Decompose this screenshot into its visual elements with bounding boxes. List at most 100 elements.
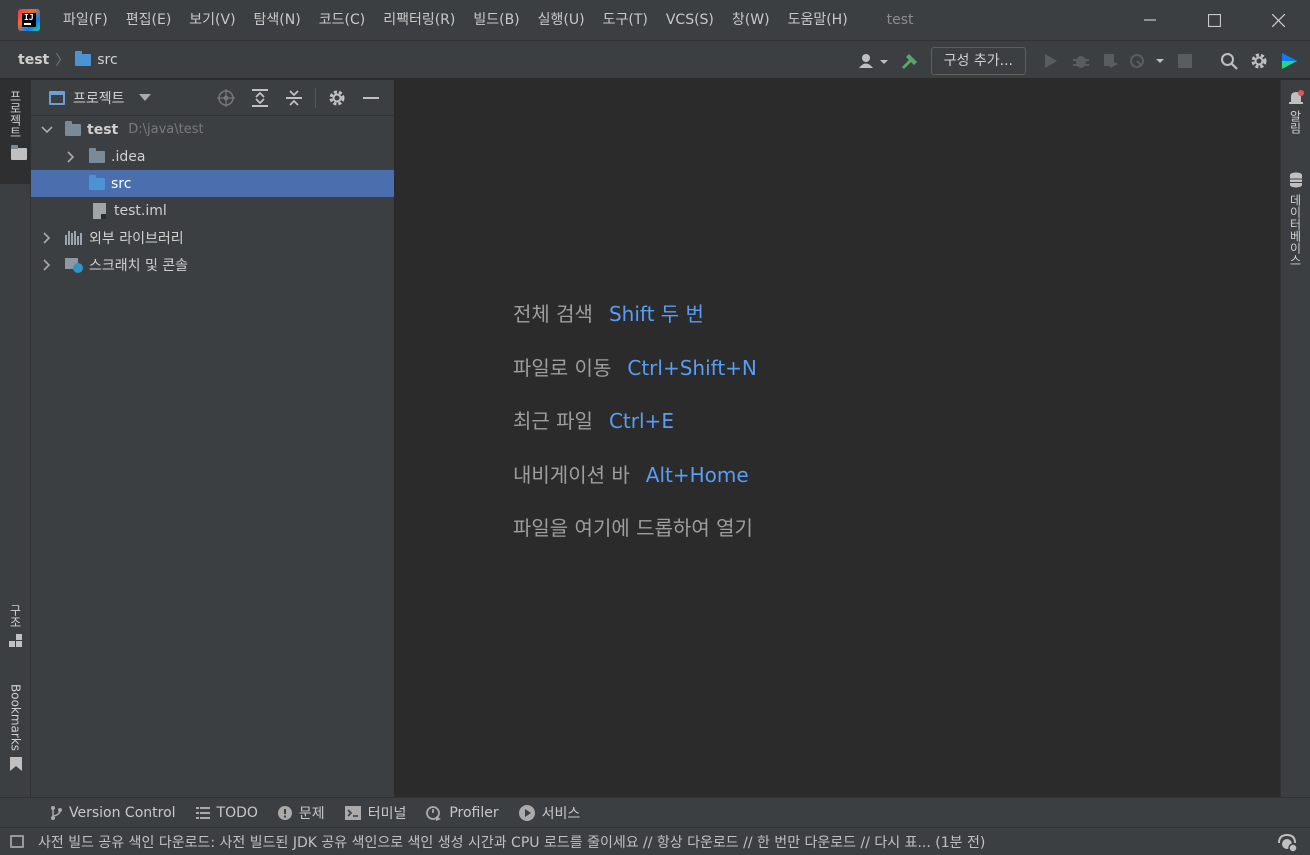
- main-toolbar: 구성 추가...: [855, 41, 1310, 80]
- library-icon: [65, 230, 83, 245]
- tree-node-iml[interactable]: test.iml: [31, 197, 394, 224]
- build-button[interactable]: [895, 46, 925, 76]
- bookmarks-tool-tab[interactable]: Bookmarks: [0, 684, 31, 772]
- tree-node-src[interactable]: src: [31, 170, 394, 197]
- tree-node-external-libraries[interactable]: 외부 라이브러리: [31, 224, 394, 251]
- maximize-button[interactable]: [1182, 0, 1246, 40]
- add-configuration-button[interactable]: 구성 추가...: [930, 46, 1026, 75]
- scratch-icon: [65, 257, 83, 273]
- tree-node-label: test: [87, 121, 119, 138]
- database-tool-tab[interactable]: 데이터베이스: [1281, 172, 1310, 266]
- tree-node-path: D:\java\test: [128, 122, 204, 137]
- hint-navigation-bar: 내비게이션 바 Alt+Home: [513, 459, 757, 513]
- tool-tab-label: TODO: [216, 804, 258, 821]
- hammer-icon: [901, 53, 917, 69]
- tool-tab-problems[interactable]: 문제: [277, 803, 325, 823]
- locate-icon: [217, 89, 235, 107]
- coverage-button[interactable]: [1096, 46, 1126, 76]
- run-button[interactable]: [1036, 46, 1066, 76]
- title-bar: IJ 파일(F) 편집(E) 보기(V) 탐색(N) 코드(C) 리팩터링(R)…: [0, 0, 1310, 40]
- menu-file[interactable]: 파일(F): [54, 0, 117, 40]
- menu-window[interactable]: 창(W): [723, 0, 779, 40]
- minimize-icon: [363, 97, 379, 99]
- account-button[interactable]: [855, 46, 895, 76]
- tree-node-idea[interactable]: .idea: [31, 143, 394, 170]
- search-everywhere-button[interactable]: [1214, 46, 1244, 76]
- tree-node-scratches[interactable]: 스크래치 및 콘솔: [31, 251, 394, 278]
- debug-icon: [1073, 55, 1089, 68]
- chevron-right-icon[interactable]: [39, 231, 55, 244]
- profiler-dropdown-button[interactable]: [1126, 46, 1170, 76]
- menu-view[interactable]: 보기(V): [180, 0, 244, 40]
- left-tool-stripe: 프로젝트 구조 Bookmarks: [0, 80, 31, 797]
- menu-refactor[interactable]: 리팩터링(R): [374, 0, 464, 40]
- notifications-tool-tab[interactable]: 알림: [1281, 90, 1310, 134]
- breadcrumb-root[interactable]: test: [18, 52, 49, 68]
- terminal-icon: [344, 805, 361, 820]
- window-controls: [1118, 0, 1310, 40]
- select-opened-file-button[interactable]: [209, 83, 243, 113]
- database-tab-label: 데이터베이스: [1288, 194, 1302, 266]
- expand-all-button[interactable]: [243, 83, 277, 113]
- hint-label: 파일로 이동: [513, 355, 612, 380]
- status-bar: 사전 빌드 공유 색인 다운로드: 사전 빌드된 JDK 공유 색인으로 색인 …: [0, 827, 1310, 855]
- debug-button[interactable]: [1066, 46, 1096, 76]
- project-view-selector[interactable]: 프로젝트: [49, 88, 151, 108]
- navigation-bar: test 〉 src 구성 추가...: [0, 40, 1310, 79]
- tool-tab-version-control[interactable]: Version Control: [50, 805, 176, 821]
- settings-button[interactable]: [1244, 46, 1274, 76]
- folder-icon: [75, 50, 92, 66]
- editor-area[interactable]: 전체 검색 Shift 두 번 파일로 이동 Ctrl+Shift+N 최근 파…: [396, 80, 1280, 797]
- minimize-button[interactable]: [1118, 0, 1182, 40]
- chevron-down-icon[interactable]: [39, 125, 55, 134]
- menu-help[interactable]: 도움말(H): [779, 0, 857, 40]
- profile-icon: [1130, 53, 1164, 68]
- tree-node-test[interactable]: test D:\java\test: [31, 116, 394, 143]
- hide-panel-button[interactable]: [354, 83, 388, 113]
- tool-tab-todo[interactable]: TODO: [195, 804, 258, 821]
- main-menu: 파일(F) 편집(E) 보기(V) 탐색(N) 코드(C) 리팩터링(R) 빌드…: [54, 0, 857, 40]
- menu-run[interactable]: 실행(U): [529, 0, 594, 40]
- breadcrumb-src[interactable]: src: [97, 52, 117, 68]
- services-icon: [518, 804, 535, 821]
- power-save-icon[interactable]: [1276, 832, 1298, 855]
- chevron-right-icon[interactable]: [39, 258, 55, 271]
- menu-code[interactable]: 코드(C): [310, 0, 374, 40]
- tree-node-label: .idea: [111, 148, 146, 165]
- hint-shortcut: Alt+Home: [645, 462, 749, 487]
- tool-tab-services[interactable]: 서비스: [518, 803, 580, 823]
- menu-tools[interactable]: 도구(T): [594, 0, 657, 40]
- project-panel-actions: [209, 80, 388, 116]
- chevron-down-icon: [138, 94, 151, 101]
- menu-edit[interactable]: 편집(E): [117, 0, 181, 40]
- bell-icon: [1288, 90, 1304, 104]
- hint-label: 최근 파일: [513, 409, 593, 433]
- project-tree: test D:\java\test .idea src test.iml 외부 …: [31, 116, 394, 278]
- project-options-button[interactable]: [320, 83, 354, 113]
- hint-go-to-file: 파일로 이동 Ctrl+Shift+N: [513, 352, 757, 406]
- close-button[interactable]: [1246, 0, 1310, 40]
- tool-tab-label: Version Control: [69, 804, 176, 821]
- tool-tab-profiler[interactable]: Profiler: [426, 805, 499, 821]
- collapse-all-icon: [286, 90, 302, 106]
- menu-vcs[interactable]: VCS(S): [657, 0, 723, 40]
- structure-tool-tab[interactable]: 구조: [0, 604, 31, 648]
- project-tool-window: 프로젝트 test D:\java\test .idea src test.im…: [31, 80, 395, 797]
- editor-empty-hints: 전체 검색 Shift 두 번 파일로 이동 Ctrl+Shift+N 최근 파…: [513, 298, 757, 566]
- status-message[interactable]: 사전 빌드 공유 색인 다운로드: 사전 빌드된 JDK 공유 색인으로 색인 …: [38, 832, 1228, 852]
- chevron-right-icon[interactable]: [63, 150, 79, 163]
- stop-button[interactable]: [1170, 46, 1200, 76]
- collapse-all-button[interactable]: [277, 83, 311, 113]
- menu-build[interactable]: 빌드(B): [464, 0, 528, 40]
- intellij-logo-icon[interactable]: IJ: [18, 9, 40, 31]
- tool-tab-terminal[interactable]: 터미널: [344, 803, 406, 823]
- jetbrains-toolbox-button[interactable]: [1274, 46, 1304, 76]
- project-tool-tab[interactable]: 프로젝트: [0, 80, 31, 184]
- menu-navigate[interactable]: 탐색(N): [245, 0, 310, 40]
- iml-file-icon: [93, 202, 106, 219]
- tree-node-label: 스크래치 및 콘솔: [89, 257, 189, 274]
- search-icon: [1221, 52, 1238, 70]
- toggle-tool-windows-icon[interactable]: [10, 835, 24, 848]
- hint-search-everywhere: 전체 검색 Shift 두 번: [513, 298, 757, 352]
- project-window-icon: [49, 90, 65, 105]
